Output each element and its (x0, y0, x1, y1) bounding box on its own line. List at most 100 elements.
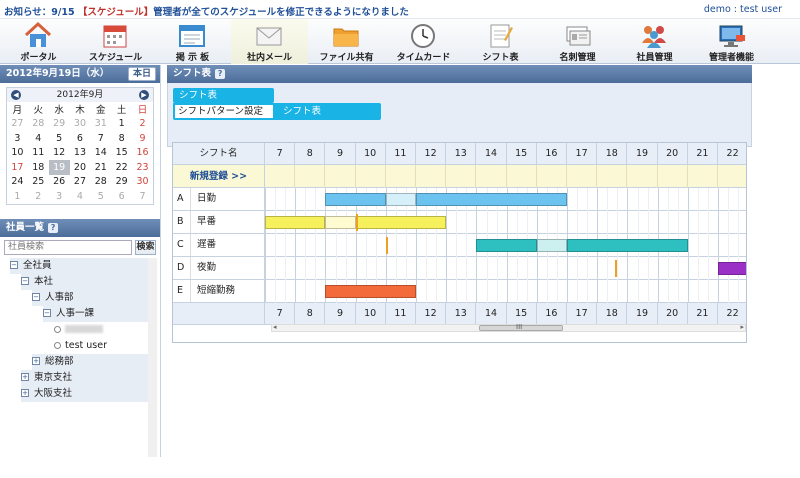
calendar-day[interactable]: 29 (111, 175, 132, 190)
calendar-day[interactable]: 6 (111, 189, 132, 204)
calendar-day[interactable]: 20 (70, 160, 91, 175)
calendar-day[interactable]: 9 (132, 131, 153, 146)
tree-node[interactable]: + 総務部 (32, 353, 148, 370)
calendar-day[interactable]: 22 (111, 160, 132, 175)
tab-shift-pattern[interactable]: シフトパターン設定 (175, 105, 273, 118)
today-button[interactable]: 本日 (127, 67, 156, 81)
calendar-day[interactable]: 1 (111, 117, 132, 132)
help-icon[interactable]: ? (215, 69, 226, 79)
calendar-day[interactable]: 4 (28, 131, 49, 146)
calendar-day[interactable]: 23 (132, 160, 153, 175)
shift-row-label[interactable]: A 日勤 (173, 188, 265, 211)
shift-bar[interactable] (567, 239, 688, 252)
scroll-thumb[interactable]: III (479, 323, 563, 331)
shift-row-label[interactable]: C 遅番 (173, 234, 265, 257)
scroll-left-icon[interactable]: ◂ (273, 323, 277, 331)
calendar-day[interactable]: 2 (28, 189, 49, 204)
tab-shift-table[interactable]: シフト表 (283, 105, 321, 118)
calendar-day[interactable]: 5 (49, 131, 70, 146)
tree-node[interactable]: − 人事一課 (43, 305, 148, 322)
nav-item[interactable]: 社内メール (231, 19, 308, 64)
calendar-day[interactable]: 25 (28, 175, 49, 190)
help-icon[interactable]: ? (48, 222, 59, 233)
calendar-day[interactable]: 3 (7, 131, 28, 146)
tree-node[interactable]: − 本社 (21, 273, 148, 290)
tree-node[interactable] (54, 322, 148, 338)
new-entry-link[interactable]: 新規登録 >> (173, 165, 265, 188)
calendar-day[interactable]: 7 (132, 189, 153, 204)
shift-bar[interactable] (325, 216, 356, 229)
prev-month-icon[interactable]: ◀ (11, 90, 21, 100)
next-month-icon[interactable]: ▶ (139, 90, 149, 100)
nav-item[interactable]: ファイル共有 (308, 19, 385, 64)
nav-item[interactable]: スケジュール (77, 19, 154, 64)
collapse-icon[interactable]: − (43, 309, 51, 317)
calendar-day[interactable]: 3 (49, 189, 70, 204)
calendar-day[interactable]: 2 (132, 117, 153, 132)
calendar-day[interactable]: 28 (90, 175, 111, 190)
nav-item[interactable]: 掲 示 板 (154, 19, 231, 64)
calendar-day[interactable]: 30 (132, 175, 153, 190)
tree-node[interactable]: + 大阪支社 (21, 385, 148, 402)
tree-node[interactable]: + 東京支社 (21, 369, 148, 386)
collapse-icon[interactable]: − (10, 261, 18, 269)
staff-search-input[interactable] (4, 239, 132, 255)
calendar-day[interactable]: 10 (7, 146, 28, 161)
notice-text[interactable]: お知らせ：9/15 【スケジュール】管理者が全てのスケジュールを修正できるように… (4, 4, 409, 18)
calendar-day[interactable]: 28 (28, 117, 49, 132)
shift-bar[interactable] (265, 216, 326, 229)
collapse-icon[interactable]: − (32, 293, 40, 301)
shift-row-label[interactable]: B 早番 (173, 211, 265, 234)
nav-item[interactable]: シフト表 (462, 19, 539, 64)
calendar-day[interactable]: 24 (7, 175, 28, 190)
tab-shift-main[interactable]: シフト表 (173, 88, 274, 103)
calendar-day[interactable]: 13 (70, 146, 91, 161)
nav-item[interactable]: タイムカード (385, 19, 462, 64)
calendar-day[interactable]: 7 (90, 131, 111, 146)
search-button[interactable]: 検索 (135, 239, 156, 255)
calendar-day[interactable]: 16 (132, 146, 153, 161)
expand-icon[interactable]: + (21, 373, 29, 381)
nav-item[interactable]: 名刺管理 (539, 19, 616, 64)
calendar-day[interactable]: 15 (111, 146, 132, 161)
calendar-day[interactable]: 21 (90, 160, 111, 175)
calendar-day[interactable]: 26 (49, 175, 70, 190)
calendar-day[interactable]: 17 (7, 160, 28, 175)
calendar-day[interactable]: 1 (7, 189, 28, 204)
shift-bar[interactable] (355, 216, 447, 229)
nav-item[interactable]: ポータル (0, 19, 77, 64)
nav-item[interactable]: 管理者機能 (693, 19, 770, 64)
shift-bar[interactable] (536, 239, 567, 252)
shift-bar[interactable] (416, 193, 567, 206)
calendar-day[interactable]: 18 (28, 160, 49, 175)
shift-bar[interactable] (476, 239, 537, 252)
collapse-icon[interactable]: − (21, 277, 29, 285)
calendar-day[interactable]: 11 (28, 146, 49, 161)
shift-bar[interactable] (325, 285, 416, 298)
calendar-day[interactable]: 31 (90, 117, 111, 132)
expand-icon[interactable]: + (21, 389, 29, 397)
tree-node[interactable]: − 人事部 (32, 289, 148, 306)
calendar-day[interactable]: 4 (70, 189, 91, 204)
calendar-day[interactable]: 5 (90, 189, 111, 204)
calendar-day[interactable]: 27 (7, 117, 28, 132)
shift-row-label[interactable]: E 短縮勤務 (173, 280, 265, 303)
calendar-day[interactable]: 14 (90, 146, 111, 161)
calendar-day[interactable]: 12 (49, 146, 70, 161)
sidebar-scrollbar[interactable] (148, 258, 157, 457)
tree-node[interactable]: test user (54, 338, 148, 354)
expand-icon[interactable]: + (32, 357, 40, 365)
tree-node[interactable]: − 全社員 (10, 257, 148, 274)
calendar-day[interactable]: 29 (49, 117, 70, 132)
scroll-right-icon[interactable]: ▸ (740, 323, 744, 331)
horizontal-scrollbar[interactable]: ◂ III ▸ (271, 323, 746, 332)
calendar-day[interactable]: 6 (70, 131, 91, 146)
shift-bar[interactable] (718, 262, 746, 275)
nav-item[interactable]: 社員管理 (616, 19, 693, 64)
shift-bar[interactable] (385, 193, 416, 206)
calendar-day[interactable]: 19 (48, 160, 70, 175)
shift-bar[interactable] (325, 193, 386, 206)
shift-row-label[interactable]: D 夜勤 (173, 257, 265, 280)
calendar-day[interactable]: 8 (111, 131, 132, 146)
calendar-day[interactable]: 27 (70, 175, 91, 190)
